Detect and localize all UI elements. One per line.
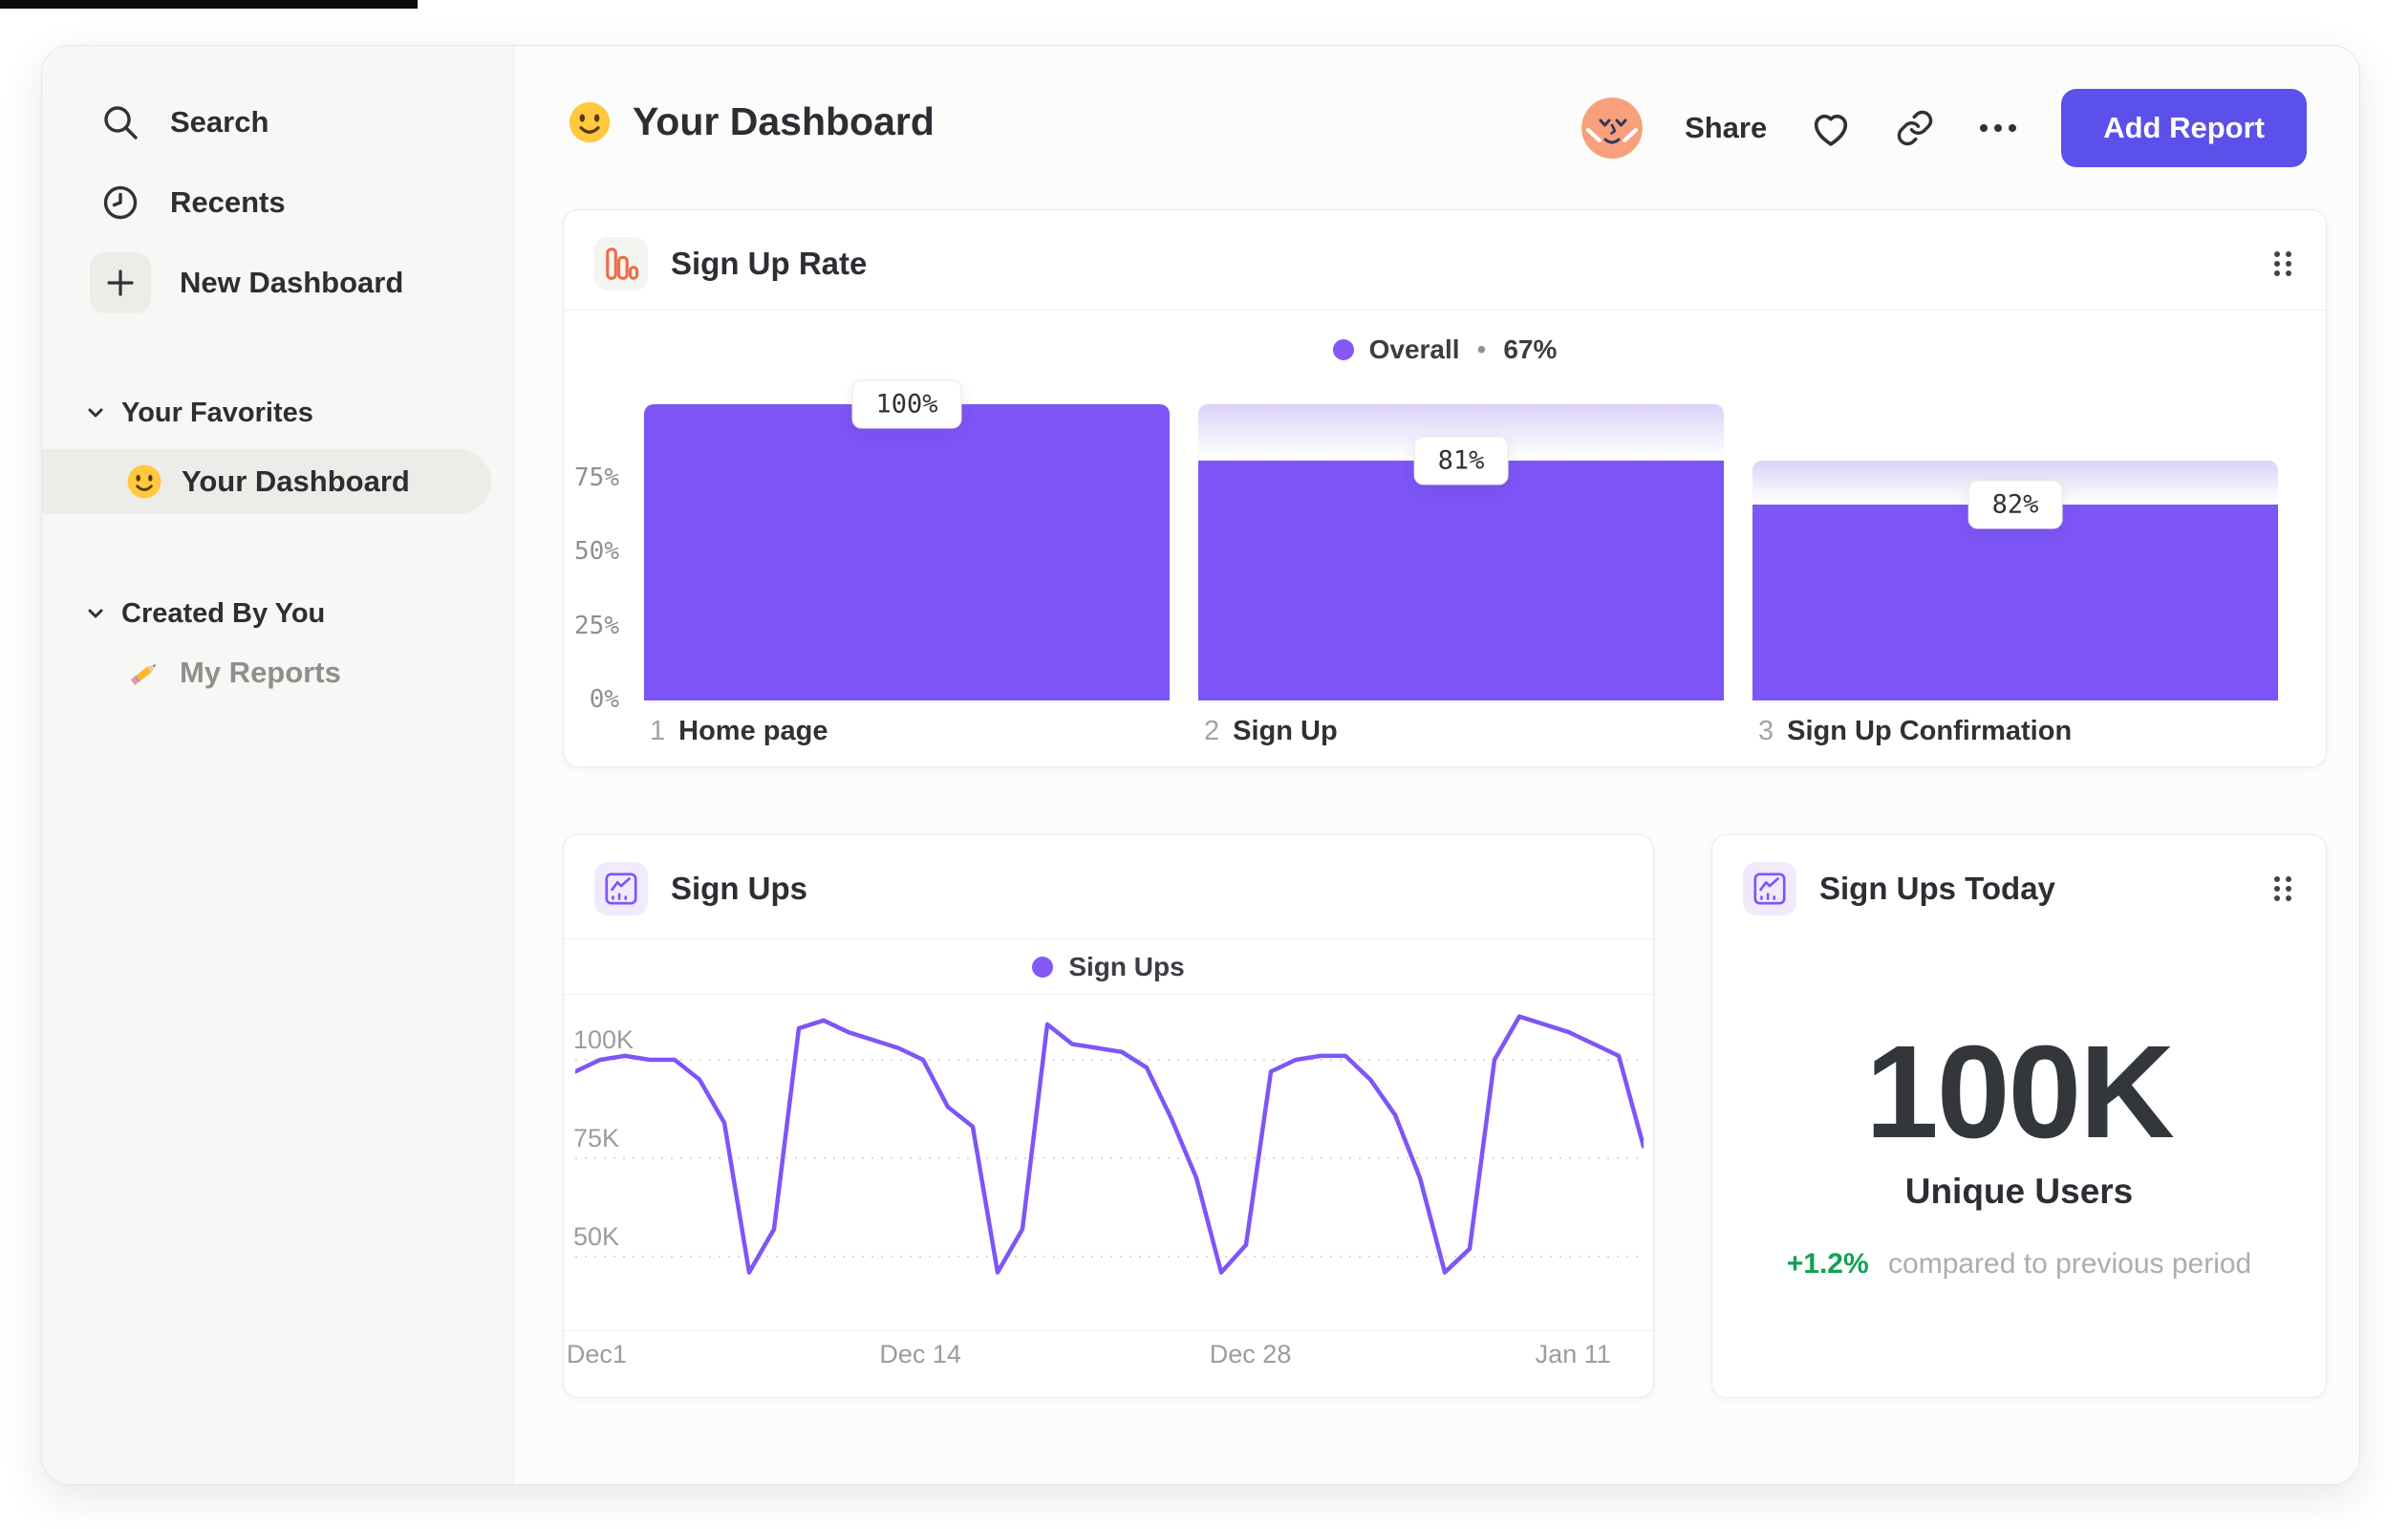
sidebar-item-my-reports[interactable]: My Reports — [126, 648, 513, 698]
page-title: Your Dashboard — [633, 99, 935, 143]
line-y-tick: 75K — [573, 1124, 620, 1152]
screen-edge-artifact — [0, 0, 418, 9]
line-y-tick: 50K — [573, 1222, 620, 1251]
sidebar-section-created-by-you[interactable]: Created By You — [85, 594, 513, 633]
search-icon — [104, 106, 138, 140]
pencil-emoji — [130, 664, 156, 685]
favorite-heart-button[interactable] — [1809, 106, 1853, 150]
page-header: Your Dashboard — [568, 99, 935, 144]
metric-value: 100K — [1865, 1019, 2175, 1166]
funnel-bar-fill — [1198, 460, 1724, 700]
sidebar-item-recents[interactable]: Recents — [99, 172, 513, 233]
header-controls: Share Add Report — [1581, 88, 2307, 168]
sidebar-item-new-dashboard[interactable]: New Dashboard — [90, 252, 513, 313]
metric-label: Unique Users — [1904, 1172, 2134, 1211]
chevron-down-icon — [88, 609, 103, 618]
funnel-value-tooltip: 82% — [1967, 480, 2063, 529]
link-icon — [1897, 110, 1933, 146]
plus-icon — [90, 252, 151, 313]
funnel-y-tick: 75% — [574, 463, 619, 492]
funnel-bar-3[interactable]: 82% — [1752, 404, 2278, 700]
sign-ups-line-series — [575, 1014, 1644, 1275]
funnel-y-tick: 50% — [574, 537, 619, 566]
line-x-tick: Jan 11 — [1535, 1340, 1611, 1368]
sidebar-item-label: New Dashboard — [180, 266, 404, 299]
signups-line-svg — [575, 1014, 1644, 1275]
delta-value: +1.2% — [1786, 1248, 1869, 1280]
drag-handle-icon[interactable] — [2272, 875, 2293, 909]
line-chart-icon — [1743, 862, 1796, 915]
chevron-down-icon — [88, 408, 103, 418]
ellipsis-icon — [1980, 124, 2017, 132]
smiley-emoji — [569, 101, 611, 142]
metric-delta: +1.2% compared to previous period — [1712, 1248, 2326, 1281]
heart-icon — [1815, 114, 1848, 146]
funnel-step-label: 3 Sign Up Confirmation — [1758, 716, 2073, 746]
funnel-y-tick: 0% — [589, 685, 619, 714]
funnel-bar-fill — [1752, 505, 2278, 700]
sidebar-item-label: My Reports — [180, 656, 341, 689]
sidebar-item-search[interactable]: Search — [99, 92, 513, 153]
funnel-value-tooltip: 81% — [1413, 436, 1509, 485]
sign-ups-today-card: Sign Ups Today 100K Unique Users +1.2% c… — [1711, 834, 2327, 1398]
card-header: Sign Ups Today — [1743, 862, 2055, 915]
delta-comparison-text: compared to previous period — [1888, 1248, 2252, 1280]
main-content: Your Dashboard Share Add Report Sign Up … — [514, 46, 2359, 1484]
signups-chart-area: 100K 75K 50K Dec1 Dec 14 Dec 28 Jan 11 — [564, 835, 1653, 1397]
line-x-tick: Dec 14 — [879, 1340, 961, 1368]
funnel-value-tooltip: 100% — [851, 379, 962, 429]
share-button[interactable]: Share — [1685, 111, 1767, 145]
sidebar-item-label: Search — [170, 105, 269, 139]
sign-ups-card: Sign Ups Sign Ups 100K 75K 50K Dec1 Dec 14 De… — [563, 834, 1654, 1398]
funnel-bar-1[interactable]: 100% — [644, 379, 1170, 700]
funnel-bar-fill — [644, 404, 1170, 700]
copy-link-button[interactable] — [1895, 108, 1935, 148]
line-y-tick: 100K — [573, 1025, 634, 1054]
sign-up-rate-card: Sign Up Rate Overall • 67% 100% 1 Home pag… — [563, 209, 2327, 767]
sidebar-item-label: Your Dashboard — [182, 464, 410, 498]
section-title: Created By You — [121, 597, 326, 629]
smiley-emoji — [127, 464, 161, 499]
line-x-tick: Dec1 — [566, 1340, 627, 1368]
add-report-button[interactable]: Add Report — [2061, 89, 2307, 167]
funnel-y-tick: 25% — [574, 611, 619, 640]
section-title: Your Favorites — [121, 397, 313, 428]
sidebar-item-your-dashboard-active[interactable]: Your Dashboard — [42, 449, 491, 514]
more-options-button[interactable] — [1977, 121, 2019, 135]
avatar[interactable] — [1581, 97, 1644, 159]
app-window: Search Recents New Dashboard Your Favori — [41, 45, 2360, 1485]
line-x-tick: Dec 28 — [1209, 1340, 1292, 1368]
sidebar: Search Recents New Dashboard Your Favori — [42, 46, 514, 1484]
clock-icon — [103, 185, 138, 220]
sidebar-item-label: Recents — [170, 185, 286, 219]
card-title: Sign Ups Today — [1819, 871, 2055, 906]
funnel-step-label: 1 Home page — [650, 716, 828, 746]
funnel-chart-area: 100% 1 Home page 81% 2 Sign Up 82% 3 Sign Up Con… — [564, 210, 2326, 766]
sidebar-section-your-favorites[interactable]: Your Favorites — [85, 394, 513, 432]
funnel-bar-2[interactable]: 81% — [1198, 404, 1724, 700]
funnel-step-label: 2 Sign Up — [1204, 716, 1338, 746]
